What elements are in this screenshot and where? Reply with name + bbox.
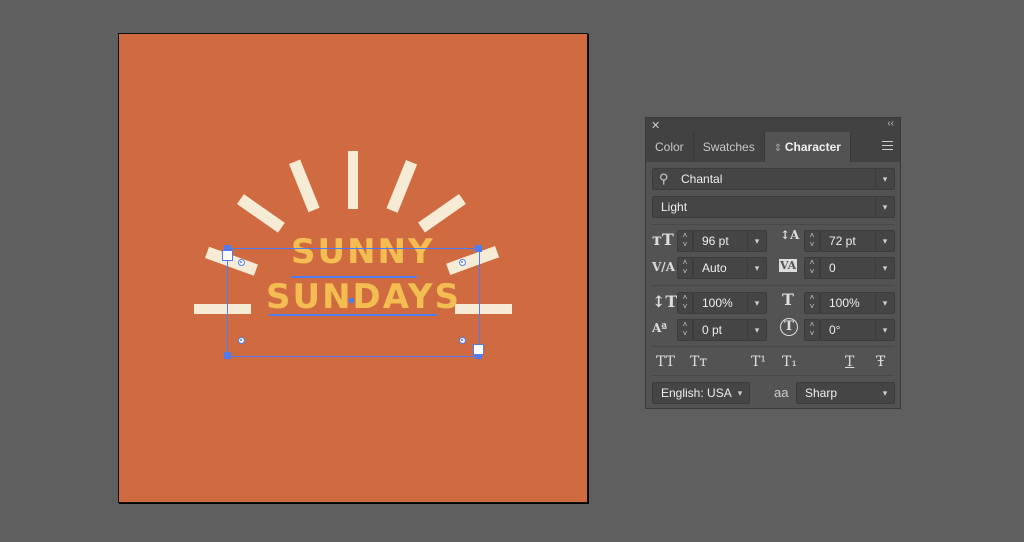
vertical-scale-icon: ↕T [652,292,678,311]
divider [652,285,894,286]
character-panel: ✕ ‹‹ Color Swatches ⇕ Character ⚲ Chanta… [645,117,901,409]
font-size-value: 96 pt [702,234,729,248]
chevron-down-icon[interactable]: ▾ [747,320,766,340]
center-point [349,298,354,303]
chevron-down-icon[interactable]: ▾ [875,231,894,251]
rotation-field[interactable]: 0° ▾ [820,319,895,341]
horizontal-scale-value: 100% [829,296,860,310]
underline-button[interactable]: T [845,354,854,370]
rotation-stepper[interactable]: ˄ ˅ [804,319,820,341]
baseline-shift-icon: Aª [652,321,668,335]
tab-character-label: Character [784,140,841,154]
chevron-down-icon[interactable]: ▾ [875,197,894,217]
chevron-down-icon: ▾ [737,388,743,398]
rotate-widget[interactable] [238,337,245,344]
corner-widget[interactable] [222,250,233,261]
font-family-value: Chantal [681,172,723,186]
vertical-scale-value: 100% [702,296,733,310]
rotation-value: 0° [829,323,841,337]
font-style-value: Light [661,200,688,214]
font-family-field[interactable]: ⚲ Chantal ▾ [652,168,895,190]
tracking-icon: VA [779,259,798,272]
chevron-down-icon[interactable]: ▾ [875,293,894,313]
horizontal-scale-icon: T [782,290,794,309]
kerning-stepper[interactable]: ˄ ˅ [677,257,693,279]
panel-tabs: Color Swatches ⇕ Character [646,132,900,162]
language-value: English: USA [661,386,732,400]
baseline-shift-stepper[interactable]: ˄ ˅ [677,319,693,341]
ray [418,194,466,233]
ray [236,194,285,233]
horizontal-scale-field[interactable]: 100% ▾ [820,292,895,314]
tracking-field[interactable]: 0 ▾ [820,257,895,279]
tab-swatches[interactable]: Swatches [694,132,765,162]
text-baseline [269,314,437,316]
font-size-icon: тT [652,230,674,249]
antialiasing-value: Sharp [805,386,838,400]
vertical-scale-field[interactable]: 100% ▾ [693,292,767,314]
resize-handle[interactable] [224,352,231,359]
corner-widget[interactable] [473,344,484,355]
chevron-down-icon[interactable]: ▾ [747,258,766,278]
divider [652,346,894,347]
chevron-down-icon[interactable]: ▾ [747,231,766,251]
reorder-icon: ⇕ [773,143,785,154]
chevron-down-icon[interactable]: ▾ [875,169,894,189]
leading-stepper[interactable]: ˄ ˅ [804,230,820,252]
chevron-down-icon[interactable]: ▾ [875,320,894,340]
horizontal-scale-stepper[interactable]: ˄ ˅ [804,292,820,314]
panel-header[interactable]: ✕ ‹‹ [646,118,900,132]
artboard[interactable]: SUNNY SUNDAYS [118,33,588,503]
font-size-field[interactable]: 96 pt ▾ [693,230,767,252]
search-icon: ⚲ [659,171,669,186]
language-select[interactable]: English: USA ▾ [652,382,750,404]
font-size-stepper[interactable]: ˄ ˅ [677,230,693,252]
rotate-widget[interactable] [459,259,466,266]
chevron-down-icon[interactable]: ▾ [875,258,894,278]
chevron-down-icon: ▾ [882,388,888,398]
rotate-widget[interactable] [459,337,466,344]
tracking-stepper[interactable]: ˄ ˅ [804,257,820,279]
divider [652,375,894,376]
collapse-icon[interactable]: ‹‹ [887,118,894,129]
leading-icon: ↕A [780,228,800,242]
baseline-shift-value: 0 pt [702,323,723,337]
superscript-button[interactable]: T¹ [751,354,766,370]
tab-character[interactable]: ⇕ Character [764,132,851,162]
subscript-button[interactable]: T₁ [782,354,797,370]
kerning-value: Auto [702,261,727,275]
all-caps-button[interactable]: TT [656,354,675,370]
divider [652,224,894,225]
kerning-icon: V/A [652,260,676,274]
ray [289,159,320,213]
resize-handle[interactable] [475,245,482,252]
font-style-field[interactable]: Light ▾ [652,196,895,218]
small-caps-button[interactable]: Tт [690,354,707,370]
ray [348,151,358,209]
kerning-field[interactable]: Auto ▾ [693,257,767,279]
rotate-widget[interactable] [238,259,245,266]
text-baseline [291,276,417,278]
tracking-value: 0 [829,261,836,275]
antialiasing-icon: aa [774,385,789,400]
panel-menu-icon[interactable] [882,141,893,153]
baseline-shift-field[interactable]: 0 pt ▾ [693,319,767,341]
ray [386,160,418,213]
vertical-scale-stepper[interactable]: ˄ ˅ [677,292,693,314]
leading-field[interactable]: 72 pt ▾ [820,230,895,252]
rotation-icon: T [780,318,798,336]
leading-value: 72 pt [829,234,856,248]
close-icon[interactable]: ✕ [651,119,660,132]
tab-color[interactable]: Color [646,132,694,162]
chevron-down-icon[interactable]: ▾ [747,293,766,313]
antialiasing-select[interactable]: Sharp ▾ [796,382,895,404]
strikethrough-button[interactable]: Ŧ [876,354,885,370]
